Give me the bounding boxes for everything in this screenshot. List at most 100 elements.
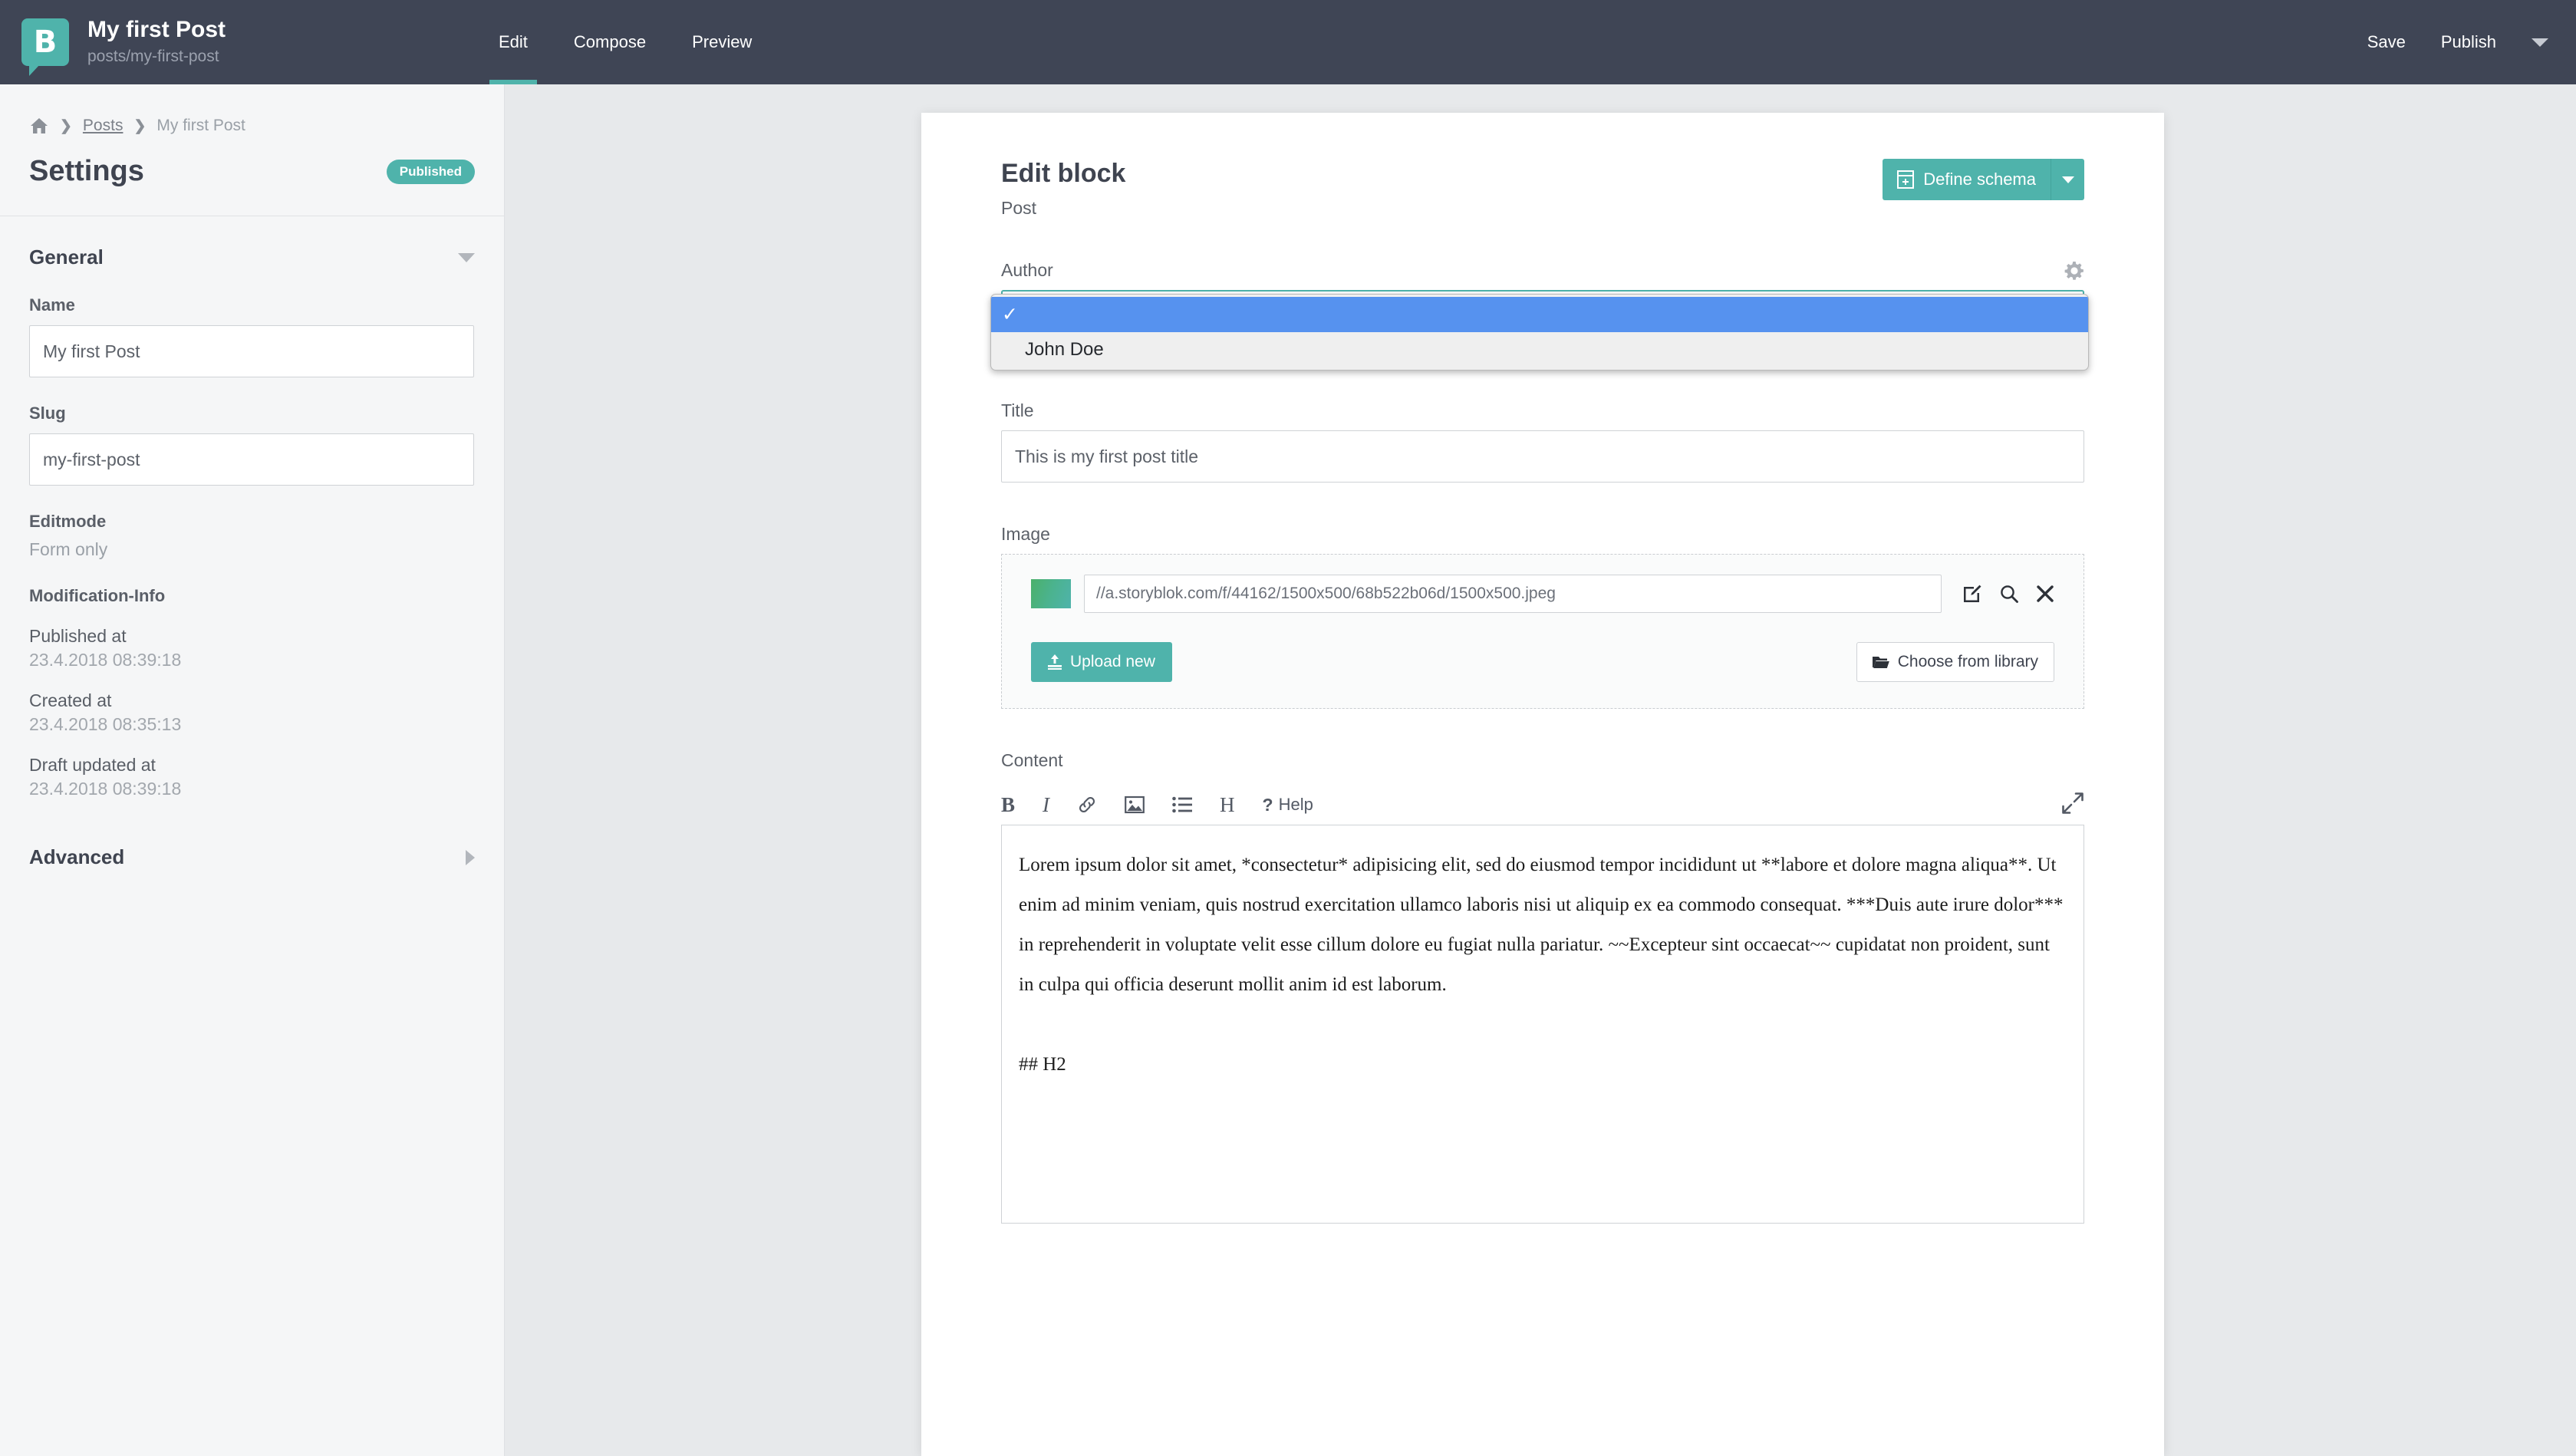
field-content: Content B I H ? Help Lorem ipsum dolor s… xyxy=(1001,750,2084,1227)
chevron-right-icon[interactable] xyxy=(466,849,475,865)
editmode-value: Form only xyxy=(29,539,108,559)
field-title: Title xyxy=(1001,400,2084,483)
check-icon: ✓ xyxy=(1002,304,1018,325)
main-content: Edit block Post Define schema Author ✓ J… xyxy=(505,84,2576,1456)
tab-edit[interactable]: Edit xyxy=(476,0,551,84)
define-schema-button-group: Define schema xyxy=(1883,159,2084,200)
title-input[interactable] xyxy=(1001,430,2084,483)
top-bar: B My first Post posts/my-first-post Edit… xyxy=(0,0,2576,84)
chevron-down-icon[interactable] xyxy=(2532,38,2548,47)
name-input[interactable] xyxy=(29,325,474,377)
image-label: Image xyxy=(1001,524,1050,544)
edit-block-card: Edit block Post Define schema Author ✓ J… xyxy=(921,113,2164,1456)
breadcrumb-separator-1: ❯ xyxy=(60,117,72,134)
breadcrumb: ❯ Posts ❯ My first Post xyxy=(0,84,504,135)
help-button[interactable]: ? Help xyxy=(1263,795,1313,815)
upload-new-label: Upload new xyxy=(1070,653,1155,670)
storyblok-logo-icon[interactable]: B xyxy=(21,18,69,76)
card-header: Edit block Post Define schema xyxy=(1001,159,2084,219)
card-title: Edit block xyxy=(1001,159,1126,188)
section-advanced[interactable]: Advanced xyxy=(0,816,504,869)
slug-label: Slug xyxy=(29,404,66,423)
section-general[interactable]: General xyxy=(0,216,504,269)
page-title: Settings xyxy=(29,155,144,187)
breadcrumb-current: My first Post xyxy=(156,117,245,134)
settings-sidebar: ❯ Posts ❯ My first Post Settings Publish… xyxy=(0,84,505,1456)
tab-edit-label: Edit xyxy=(499,32,528,51)
home-icon[interactable] xyxy=(29,117,49,134)
define-schema-dropdown-button[interactable] xyxy=(2051,159,2084,200)
breadcrumb-link-posts[interactable]: Posts xyxy=(83,117,124,135)
section-general-label: General xyxy=(29,245,104,268)
story-title: My first Post xyxy=(87,16,226,42)
schema-icon xyxy=(1897,170,1915,189)
editmode-label: Editmode xyxy=(29,512,107,531)
expand-editor-icon[interactable] xyxy=(2061,792,2084,819)
author-option-john-doe-label: John Doe xyxy=(1025,339,1104,360)
caret-down-icon xyxy=(2061,176,2074,183)
created-at-value: 23.4.2018 08:35:13 xyxy=(29,714,182,734)
upload-new-button[interactable]: Upload new xyxy=(1031,642,1172,682)
upload-icon xyxy=(1048,654,1062,670)
question-mark-icon: ? xyxy=(1262,794,1273,815)
section-advanced-label: Advanced xyxy=(29,845,125,868)
close-icon[interactable] xyxy=(2036,584,2054,604)
folder-open-icon xyxy=(1872,657,1889,668)
save-button[interactable]: Save xyxy=(2367,32,2406,52)
card-heading-group: Edit block Post xyxy=(1001,159,1125,219)
name-label: Name xyxy=(29,295,75,315)
gear-icon[interactable] xyxy=(2064,261,2084,281)
draft-updated-at-value: 23.4.2018 08:39:18 xyxy=(29,779,182,799)
brand-area[interactable]: B My first Post posts/my-first-post xyxy=(0,17,476,76)
markdown-textarea[interactable]: Lorem ipsum dolor sit amet, *consectetur… xyxy=(1001,825,2084,1224)
heading-icon[interactable]: H xyxy=(1220,793,1235,817)
define-schema-button[interactable]: Define schema xyxy=(1883,159,2051,200)
breadcrumb-separator-2: ❯ xyxy=(133,117,147,134)
italic-icon[interactable]: I xyxy=(1043,793,1049,817)
unordered-list-icon[interactable] xyxy=(1172,796,1193,813)
published-at-value: 23.4.2018 08:39:18 xyxy=(29,650,182,670)
tab-preview-label: Preview xyxy=(692,32,753,51)
tab-preview[interactable]: Preview xyxy=(669,0,775,84)
author-option-john-doe[interactable]: John Doe xyxy=(991,332,2088,367)
tab-compose[interactable]: Compose xyxy=(551,0,669,84)
tab-compose-label: Compose xyxy=(573,32,647,51)
asset-url-input[interactable] xyxy=(1084,575,1942,613)
card-subtitle: Post xyxy=(1001,198,1037,218)
top-bar-actions: Save Publish xyxy=(2367,32,2576,52)
field-modification-info: Modification-Info Published at 23.4.2018… xyxy=(0,586,504,799)
logo-letter: B xyxy=(33,24,58,60)
markdown-toolbar: B I H ? Help xyxy=(1001,785,2084,825)
field-image: Image //a.storyblok.com/f/44162/1500x500… xyxy=(1001,524,2084,709)
author-label: Author xyxy=(1001,260,1053,280)
nav-tabs: Edit Compose Preview xyxy=(476,0,775,84)
published-at-label: Published at xyxy=(29,626,127,646)
bold-icon[interactable]: B xyxy=(1001,793,1015,817)
field-name: Name xyxy=(0,295,504,377)
image-icon[interactable] xyxy=(1125,796,1145,814)
field-author: Author ✓ John Doe xyxy=(990,260,2089,371)
status-badge: Published xyxy=(386,159,475,184)
field-editmode: Editmode Form only xyxy=(0,512,504,560)
modification-info-label: Modification-Info xyxy=(29,586,166,605)
author-select-dropdown[interactable]: ✓ John Doe xyxy=(990,294,2089,371)
field-slug: Slug xyxy=(0,404,504,486)
asset-dropzone[interactable]: Upload new Choose from library xyxy=(1001,554,2084,709)
author-option-empty[interactable]: ✓ xyxy=(991,297,2088,332)
draft-updated-at-label: Draft updated at xyxy=(29,755,156,775)
chevron-down-icon[interactable] xyxy=(458,252,475,262)
help-label: Help xyxy=(1278,795,1313,814)
settings-header: Settings Published xyxy=(0,135,504,188)
choose-from-library-button[interactable]: Choose from library xyxy=(1856,642,2054,682)
brand-text: My first Post posts/my-first-post xyxy=(87,17,226,68)
publish-button[interactable]: Publish xyxy=(2441,32,2496,52)
choose-from-library-label: Choose from library xyxy=(1897,653,2038,670)
slug-input[interactable] xyxy=(29,433,474,486)
search-icon[interactable] xyxy=(1999,584,2019,604)
created-at-label: Created at xyxy=(29,690,112,710)
title-label: Title xyxy=(1001,400,1034,420)
edit-asset-icon[interactable] xyxy=(1962,584,1982,604)
link-icon[interactable] xyxy=(1077,795,1097,815)
define-schema-label: Define schema xyxy=(1923,170,2036,189)
content-label: Content xyxy=(1001,750,1063,770)
